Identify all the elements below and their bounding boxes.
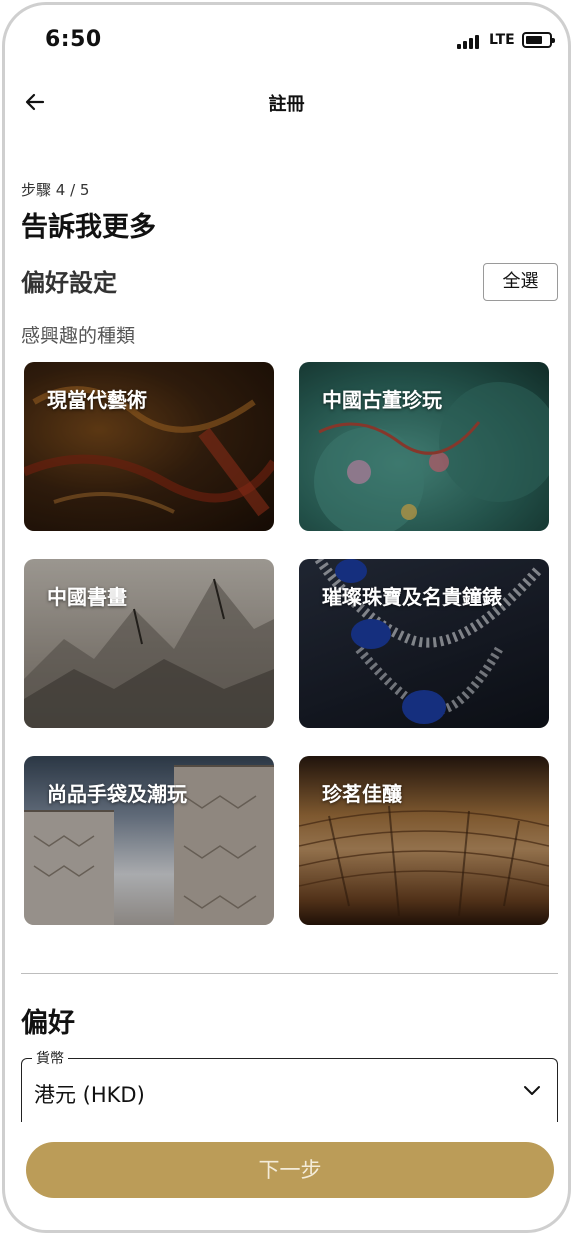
select-all-button[interactable]: 全選 xyxy=(483,263,558,301)
battery-icon xyxy=(522,32,555,48)
category-label: 璀璨珠寶及名貴鐘錶 xyxy=(322,585,502,609)
category-label: 珍茗佳釀 xyxy=(322,782,402,806)
category-tile-jewellery-watches[interactable]: 璀璨珠寶及名貴鐘錶 xyxy=(299,559,549,728)
category-label: 現當代藝術 xyxy=(47,388,147,412)
chevron-down-icon xyxy=(521,1079,543,1101)
preference-title: 偏好 xyxy=(21,1008,75,1039)
category-label: 中國古董珍玩 xyxy=(322,388,442,412)
category-tile-chinese-paintings[interactable]: 中國書畫 xyxy=(24,559,274,728)
currency-select[interactable]: 貨幣 港元 (HKD) xyxy=(21,1048,558,1122)
section-divider xyxy=(21,973,558,974)
category-tile-handbags[interactable]: 尚品手袋及潮玩 xyxy=(24,756,274,925)
preferences-title: 偏好設定 xyxy=(21,269,117,297)
network-label: LTE xyxy=(489,32,515,48)
phone-frame: 6:50 LTE 註冊 步驟 4 / 5 告訴我更多 偏好設定 全選 感興趣的種… xyxy=(2,2,571,1233)
status-bar: 6:50 LTE xyxy=(5,5,568,75)
category-tile-wine-tea[interactable]: 珍茗佳釀 xyxy=(299,756,549,925)
categories-label: 感興趣的種類 xyxy=(21,325,136,347)
step-indicator: 步驟 4 / 5 xyxy=(21,181,90,199)
currency-label: 貨幣 xyxy=(32,1048,68,1068)
signal-icon xyxy=(457,35,483,49)
step-heading: 告訴我更多 xyxy=(21,212,156,243)
nav-bar: 註冊 xyxy=(5,80,568,124)
status-time: 6:50 xyxy=(45,27,102,52)
category-tile-contemporary-art[interactable]: 現當代藝術 xyxy=(24,362,274,531)
category-label: 中國書畫 xyxy=(47,585,127,609)
currency-value: 港元 (HKD) xyxy=(34,1083,145,1107)
category-label: 尚品手袋及潮玩 xyxy=(47,782,187,806)
page-title: 註冊 xyxy=(268,94,305,115)
next-step-button[interactable]: 下一步 xyxy=(26,1142,554,1198)
category-tile-chinese-antiques[interactable]: 中國古董珍玩 xyxy=(299,362,549,531)
